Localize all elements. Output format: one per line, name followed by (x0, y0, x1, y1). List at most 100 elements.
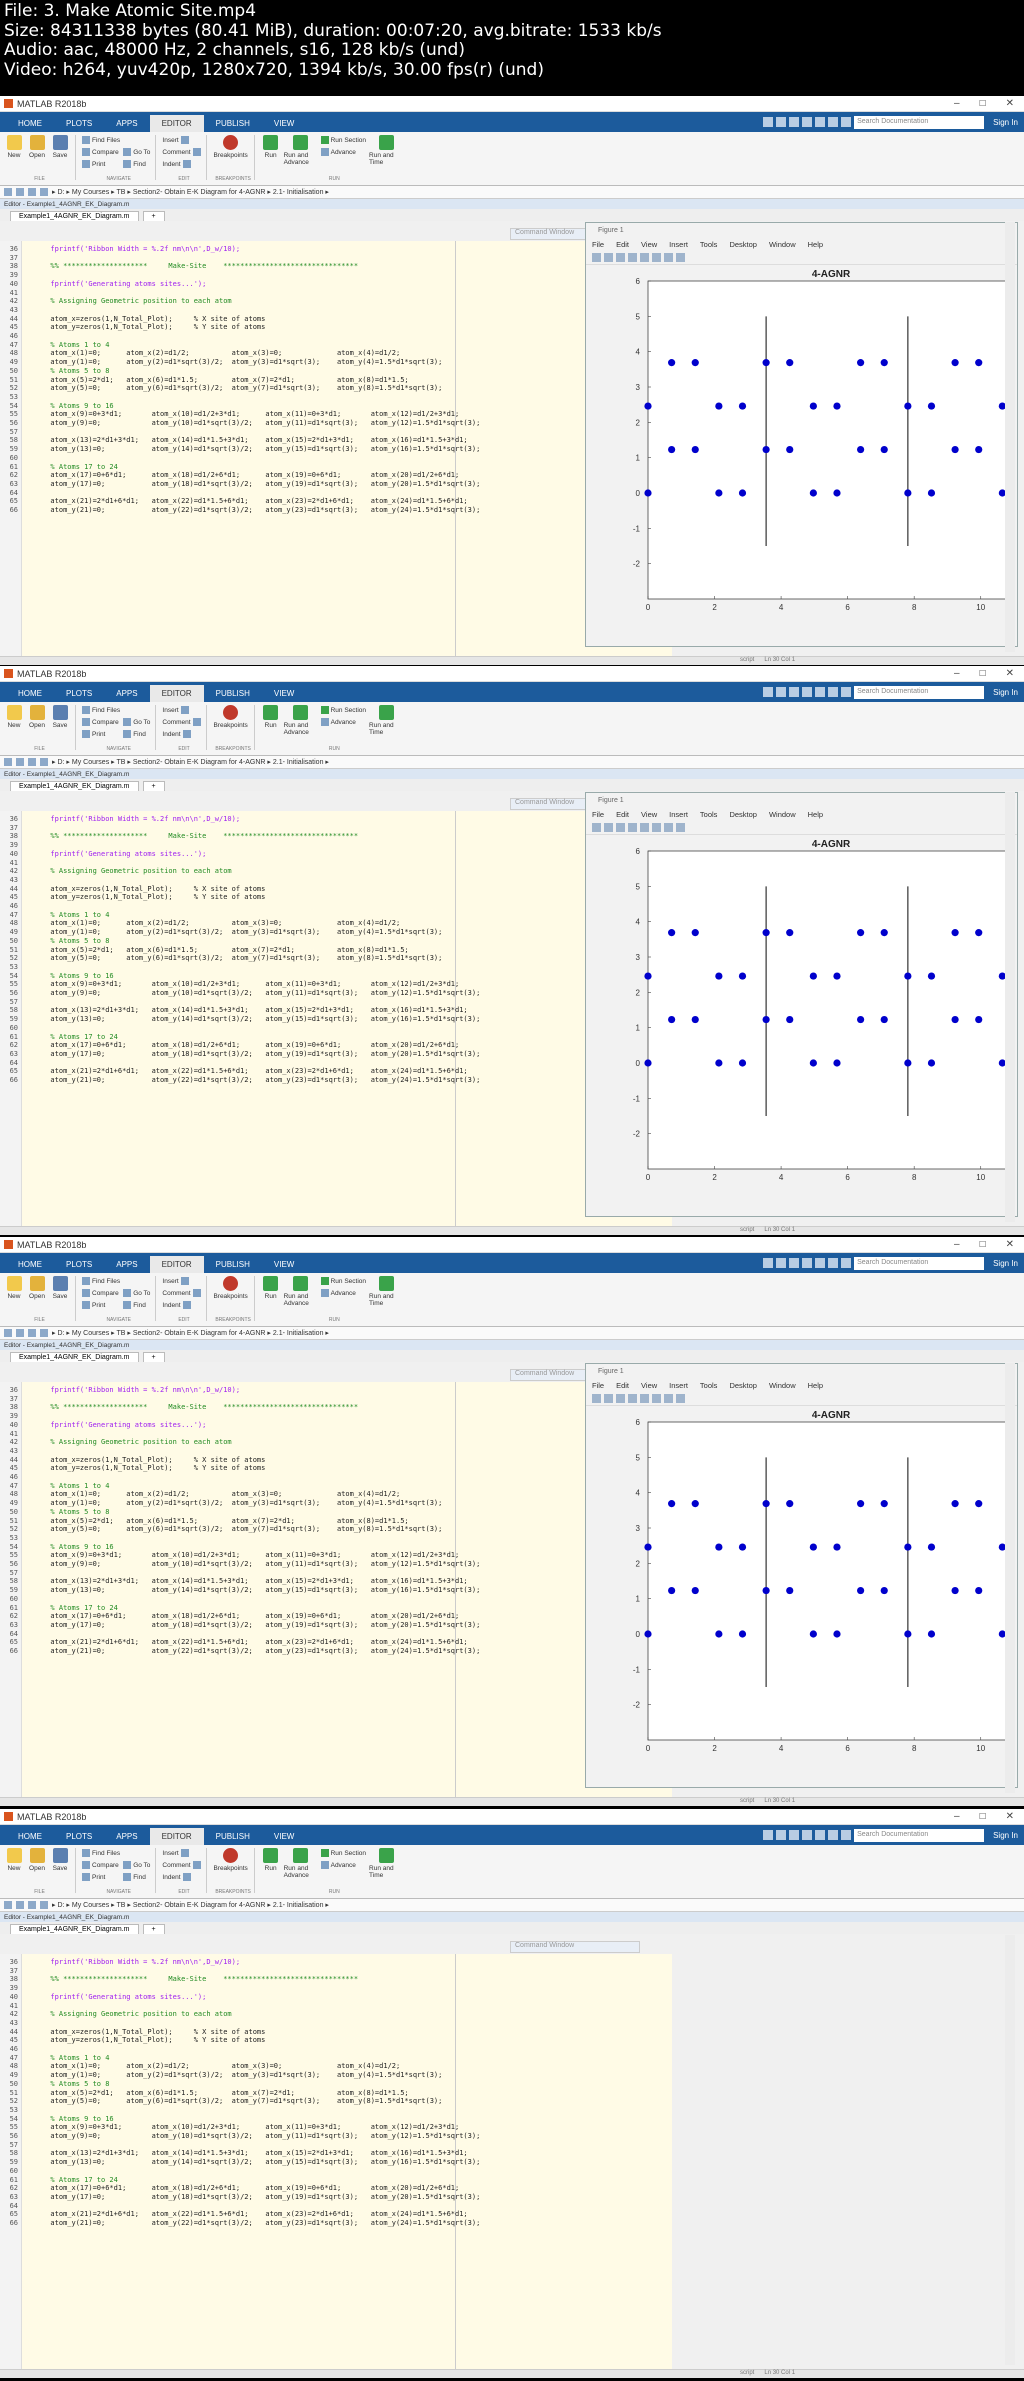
code-line-64[interactable]: 64 (0, 1059, 42, 1068)
run-section-button[interactable]: Run Section (320, 705, 366, 715)
tab-apps[interactable]: APPS (104, 115, 149, 132)
figure-menu-file[interactable]: File (592, 1381, 604, 1390)
figure-menu-window[interactable]: Window (769, 810, 796, 819)
figure-menu-view[interactable]: View (641, 810, 657, 819)
search-documentation-input[interactable]: Search Documentation (854, 1256, 985, 1270)
code-line-49[interactable]: 49 atom_y(1)=0; atom_y(2)=d1*sqrt(3)/2; … (0, 358, 443, 367)
insert-button[interactable]: Insert (162, 705, 200, 715)
run-and-advance-button[interactable]: Run and Advance (284, 705, 318, 750)
figure-menu-desktop[interactable]: Desktop (729, 810, 757, 819)
print-figure-icon[interactable] (628, 253, 637, 262)
figure-menu-edit[interactable]: Edit (616, 810, 629, 819)
go-to-button[interactable]: Go To (123, 717, 150, 727)
save-button[interactable]: Save (50, 705, 70, 750)
find-files-button[interactable]: Find Files (82, 1848, 120, 1858)
code-line-40[interactable]: 40 fprintf('Generating atoms sites...'); (0, 280, 207, 289)
code-line-41[interactable]: 41 (0, 2002, 42, 2011)
figure-menu-file[interactable]: File (592, 810, 604, 819)
code-line-65[interactable]: 65 atom_x(21)=2*d1+6*d1; atom_x(22)=d1*1… (0, 1067, 468, 1076)
figure-menu-tools[interactable]: Tools (700, 1381, 718, 1390)
figure-menu-edit[interactable]: Edit (616, 240, 629, 249)
tab-plots[interactable]: PLOTS (54, 115, 104, 132)
undo-icon[interactable] (815, 117, 826, 127)
code-line-63[interactable]: 63 atom_y(17)=0; atom_y(18)=d1*sqrt(3)/2… (0, 1050, 481, 1059)
code-line-46[interactable]: 46 (0, 1473, 42, 1482)
code-line-66[interactable]: 66 atom_y(21)=0; atom_y(22)=d1*sqrt(3)/2… (0, 2219, 481, 2228)
code-line-62[interactable]: 62 atom_x(17)=0+6*d1; atom_x(18)=d1/2+6*… (0, 1041, 460, 1050)
maximize-icon[interactable]: □ (980, 668, 986, 679)
code-line-64[interactable]: 64 (0, 1630, 42, 1639)
folder-path[interactable]: ▸ D: ▸ My Courses ▸ TB ▸ Section2- Obtai… (52, 1901, 329, 1909)
code-line-66[interactable]: 66 atom_y(21)=0; atom_y(22)=d1*sqrt(3)/2… (0, 506, 481, 515)
print-button[interactable]: Print (82, 159, 120, 169)
tab-plots[interactable]: PLOTS (54, 1828, 104, 1845)
code-line-59[interactable]: 59 atom_y(13)=0; atom_y(14)=d1*sqrt(3)/2… (0, 2158, 481, 2167)
code-line-66[interactable]: 66 atom_y(21)=0; atom_y(22)=d1*sqrt(3)/2… (0, 1076, 481, 1085)
close-icon[interactable]: ✕ (1006, 1239, 1014, 1250)
save-icon[interactable] (763, 687, 774, 697)
code-line-43[interactable]: 43 (0, 2019, 42, 2028)
code-line-53[interactable]: 53 (0, 1534, 42, 1543)
go-to-button[interactable]: Go To (123, 147, 150, 157)
help-icon[interactable] (841, 687, 852, 697)
code-line-48[interactable]: 48 atom_x(1)=0; atom_x(2)=d1/2; atom_x(3… (0, 349, 401, 358)
print-figure-icon[interactable] (628, 823, 637, 832)
browse-folder-icon[interactable] (40, 188, 48, 196)
tab-example1-file[interactable]: Example1_4AGNR_EK_Diagram.m (10, 781, 139, 791)
code-line-44[interactable]: 44 atom_x=zeros(1,N_Total_Plot); % X sit… (0, 315, 266, 324)
new-button[interactable]: New (4, 135, 24, 180)
find-button[interactable]: Find (123, 1872, 150, 1882)
code-line-57[interactable]: 57 (0, 1569, 42, 1578)
redo-icon[interactable] (828, 687, 839, 697)
save-figure-icon[interactable] (616, 823, 625, 832)
find-files-button[interactable]: Find Files (82, 135, 120, 145)
close-icon[interactable]: ✕ (1006, 1811, 1014, 1822)
code-line-39[interactable]: 39 (0, 1984, 42, 1993)
cut-icon[interactable] (776, 1258, 787, 1268)
code-line-61[interactable]: 61 % Atoms 17 to 24 (0, 2176, 118, 2185)
code-line-47[interactable]: 47 % Atoms 1 to 4 (0, 911, 110, 920)
code-line-50[interactable]: 50 % Atoms 5 to 8 (0, 937, 110, 946)
folder-path[interactable]: ▸ D: ▸ My Courses ▸ TB ▸ Section2- Obtai… (52, 188, 329, 196)
save-button[interactable]: Save (50, 1276, 70, 1321)
minimize-icon[interactable]: – (954, 668, 960, 679)
code-line-50[interactable]: 50 % Atoms 5 to 8 (0, 2080, 110, 2089)
code-line-44[interactable]: 44 atom_x=zeros(1,N_Total_Plot); % X sit… (0, 2028, 266, 2037)
code-line-37[interactable]: 37 (0, 1967, 42, 1976)
code-line-58[interactable]: 58 atom_x(13)=2*d1+3*d1; atom_x(14)=d1*1… (0, 1577, 468, 1586)
code-line-63[interactable]: 63 atom_y(17)=0; atom_y(18)=d1*sqrt(3)/2… (0, 480, 481, 489)
code-line-42[interactable]: 42 % Assigning Geometric position to eac… (0, 2010, 232, 2019)
code-line-54[interactable]: 54 % Atoms 9 to 16 (0, 402, 114, 411)
code-line-36[interactable]: 36 fprintf('Ribbon Width = %.2f nm\n\n',… (0, 1958, 241, 1967)
tab-editor[interactable]: EDITOR (149, 115, 204, 132)
run-and-time-button[interactable]: Run and Time (369, 135, 403, 180)
tab-publish[interactable]: PUBLISH (204, 1828, 262, 1845)
code-line-54[interactable]: 54 % Atoms 9 to 16 (0, 2115, 114, 2124)
code-line-55[interactable]: 55 atom_x(9)=0+3*d1; atom_x(10)=d1/2+3*d… (0, 980, 460, 989)
compare-button[interactable]: Compare (82, 147, 120, 157)
save-figure-icon[interactable] (616, 253, 625, 262)
code-line-52[interactable]: 52 atom_y(5)=0; atom_y(6)=d1*sqrt(3)/2; … (0, 384, 443, 393)
copy-icon[interactable] (789, 1258, 800, 1268)
code-line-65[interactable]: 65 atom_x(21)=2*d1+6*d1; atom_x(22)=d1*1… (0, 1638, 468, 1647)
new-button[interactable]: New (4, 1848, 24, 1893)
code-line-38[interactable]: 38 %% ******************** Make-Site ***… (0, 1403, 359, 1412)
code-line-39[interactable]: 39 (0, 841, 42, 850)
tab-publish[interactable]: PUBLISH (204, 685, 262, 702)
open-button[interactable]: Open (27, 1848, 47, 1893)
code-line-56[interactable]: 56 atom_y(9)=0; atom_y(10)=d1*sqrt(3)/2;… (0, 2132, 481, 2141)
tab-publish[interactable]: PUBLISH (204, 115, 262, 132)
forward-icon[interactable] (16, 1901, 24, 1909)
undo-icon[interactable] (815, 1258, 826, 1268)
code-line-43[interactable]: 43 (0, 306, 42, 315)
sign-in-link[interactable]: Sign In (993, 1831, 1018, 1840)
code-line-57[interactable]: 57 (0, 2141, 42, 2150)
figure-menu-edit[interactable]: Edit (616, 1381, 629, 1390)
tab-view[interactable]: VIEW (262, 1828, 306, 1845)
tab-apps[interactable]: APPS (104, 685, 149, 702)
insert-colorbar-icon[interactable] (652, 1394, 661, 1403)
code-line-61[interactable]: 61 % Atoms 17 to 24 (0, 1604, 118, 1613)
code-line-37[interactable]: 37 (0, 824, 42, 833)
indent-button[interactable]: Indent (162, 1872, 200, 1882)
code-line-46[interactable]: 46 (0, 2045, 42, 2054)
